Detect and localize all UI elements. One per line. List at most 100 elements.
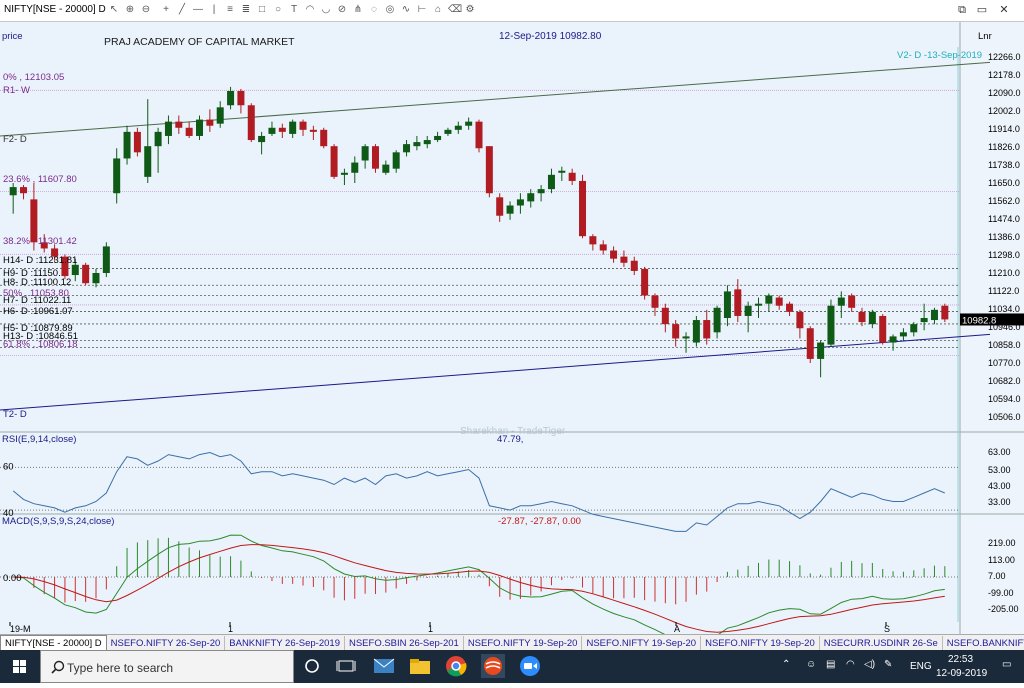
zoom-out-icon[interactable]: ⊖	[140, 4, 152, 16]
level-label: 61.8% , 10806.18	[3, 339, 77, 350]
price-tick-label: 11210.0	[988, 268, 1020, 278]
candle-body	[610, 250, 618, 259]
academy-title: PRAJ ACADEMY OF CAPITAL MARKET	[104, 36, 295, 48]
arrow-icon[interactable]: ↖	[108, 4, 120, 16]
candle-body	[703, 320, 711, 339]
cortana-icon[interactable]	[300, 654, 324, 678]
ruler-icon[interactable]: ⊢	[416, 4, 428, 16]
price-tick-label: 11650.0	[988, 178, 1020, 188]
price-tick-label: 12002.0	[988, 106, 1021, 116]
settings-icon[interactable]: ⚙	[464, 4, 476, 16]
tradetiger-icon[interactable]	[481, 654, 505, 678]
symbol-tab[interactable]: NSEFO.NIFTY 19-Sep-20	[582, 636, 702, 650]
vline-icon[interactable]: |	[208, 4, 220, 16]
window-titlebar: NIFTY[NSE - 20000] D ↖ ⊕ ⊖ + ╱ — | ≡ ≣ □…	[0, 0, 1024, 22]
line-tool-icon[interactable]: ╱	[176, 4, 188, 16]
symbol-tab[interactable]: NIFTY[NSE - 20000] D	[0, 635, 107, 650]
rsi-tick-label: 33.00	[988, 497, 1011, 507]
candle-body	[754, 303, 762, 306]
candle-body	[599, 244, 607, 251]
search-icon	[51, 660, 65, 674]
channel-icon[interactable]: ≡	[224, 4, 236, 16]
wifi-icon[interactable]: ◠	[846, 659, 855, 670]
level-label: H14- D :11231.81	[3, 255, 77, 266]
chevron-up-icon[interactable]: ⌃	[782, 659, 790, 670]
time-tick-label: 1	[428, 624, 433, 634]
people-icon[interactable]: ☺	[806, 659, 816, 670]
macd-value: -27.87, -27.87, 0.00	[498, 516, 581, 527]
notification-icon[interactable]: ▭	[1002, 659, 1011, 670]
candle-body	[682, 336, 690, 339]
symbol-tab[interactable]: NSEFO.NIFTY 19-Sep-20	[464, 636, 583, 650]
candle-body	[340, 172, 348, 175]
label-icon[interactable]: ⌂	[432, 4, 444, 16]
pitchfork-icon[interactable]: ⋔	[352, 4, 364, 16]
rect-icon[interactable]: □	[256, 4, 268, 16]
zoom-app-icon[interactable]	[518, 654, 542, 678]
close-icon[interactable]: ✕	[997, 3, 1011, 17]
level-label: 23.6% , 11607.80	[3, 174, 77, 185]
candle-body	[206, 119, 214, 126]
network-icon[interactable]: ▤	[826, 659, 835, 670]
candle-body	[371, 146, 379, 169]
ellipse-icon[interactable]: ○	[272, 4, 284, 16]
price-tick-label: 10594.0	[988, 394, 1021, 404]
candle-body	[289, 121, 297, 134]
macd-tick-label: -99.00	[988, 588, 1014, 598]
cycle-icon[interactable]: ◡	[320, 4, 332, 16]
zoom-in-icon[interactable]: ⊕	[124, 4, 136, 16]
eraser-icon[interactable]: ⌫	[448, 4, 462, 16]
candle-body	[786, 303, 794, 312]
fib-icon[interactable]: ≣	[240, 4, 252, 16]
crosshair-icon[interactable]: +	[160, 4, 172, 16]
windows-taskbar: Type here to search ⌃ ☺ ▤ ◠ ◁) ✎ ENG 22:…	[0, 650, 1024, 683]
mail-icon[interactable]	[372, 654, 396, 678]
time-tick-label: A	[674, 624, 680, 634]
symbol-tab[interactable]: NSEFO.SBIN 26-Sep-201	[345, 636, 464, 650]
start-button[interactable]	[0, 650, 40, 683]
chart-area[interactable]: 0% , 12103.05 R1- W F2- D 23.6% , 11607.80 3…	[0, 22, 1024, 643]
speed-line-icon[interactable]: ◌	[368, 4, 380, 16]
hline-icon[interactable]: —	[192, 4, 204, 16]
clock-time[interactable]: 22:53	[948, 654, 973, 665]
volume-icon[interactable]: ◁)	[864, 659, 875, 670]
price-chart[interactable]: 0% , 12103.05 R1- W F2- D 23.6% , 11607.80 3…	[0, 22, 1024, 643]
candle-body	[506, 205, 514, 214]
language-indicator[interactable]: ENG	[910, 661, 932, 672]
arc-icon[interactable]: ◠	[304, 4, 316, 16]
candle-body	[133, 131, 141, 153]
pen-icon[interactable]: ✎	[884, 659, 892, 670]
candle-body	[258, 135, 266, 143]
chrome-icon[interactable]	[444, 654, 468, 678]
time-tick-label: 19-M	[10, 624, 31, 634]
candle-body	[227, 90, 235, 106]
file-explorer-icon[interactable]	[408, 654, 432, 678]
taskbar-search[interactable]: Type here to search	[40, 650, 294, 683]
restore-icon[interactable]: ⧉	[955, 3, 969, 17]
symbol-tab[interactable]: NSEFO.BANKNIFTY 19-S	[943, 636, 1024, 650]
symbol-tab[interactable]: NSEFO.NIFTY 26-Sep-20	[107, 636, 226, 650]
candle-body	[868, 311, 876, 325]
window-title: NIFTY[NSE - 20000] D	[4, 4, 106, 15]
text-tool-icon[interactable]: T	[288, 4, 300, 16]
macd-left-zero: 0.00	[3, 573, 22, 584]
rsi-tick-label: 63.00	[988, 447, 1011, 457]
symbol-tab[interactable]: NSECURR.USDINR 26-Se	[820, 636, 943, 650]
symbol-tab[interactable]: BANKNIFTY 26-Sep-2019	[225, 636, 345, 650]
level-label: 38.2% , 11301.42	[3, 236, 77, 247]
candle-body	[910, 324, 918, 333]
candle-body	[547, 174, 555, 190]
task-view-icon[interactable]	[334, 654, 358, 678]
level-label: R1- W	[3, 85, 30, 96]
candle-body	[247, 105, 255, 141]
gann-icon[interactable]: ⊘	[336, 4, 348, 16]
current-price-label: 10982.8	[962, 315, 996, 326]
symbol-tab[interactable]: NSEFO.NIFTY 19-Sep-20	[701, 636, 820, 650]
brush-icon[interactable]: ∿	[400, 4, 412, 16]
level-label: H6- D :10961.07	[3, 306, 73, 317]
clock-date[interactable]: 12-09-2019	[936, 668, 987, 679]
pin-icon[interactable]: ▭	[975, 3, 989, 17]
regression-icon[interactable]: ◎	[384, 4, 396, 16]
candle-body	[516, 199, 524, 206]
level-label: T2- D	[3, 409, 27, 420]
